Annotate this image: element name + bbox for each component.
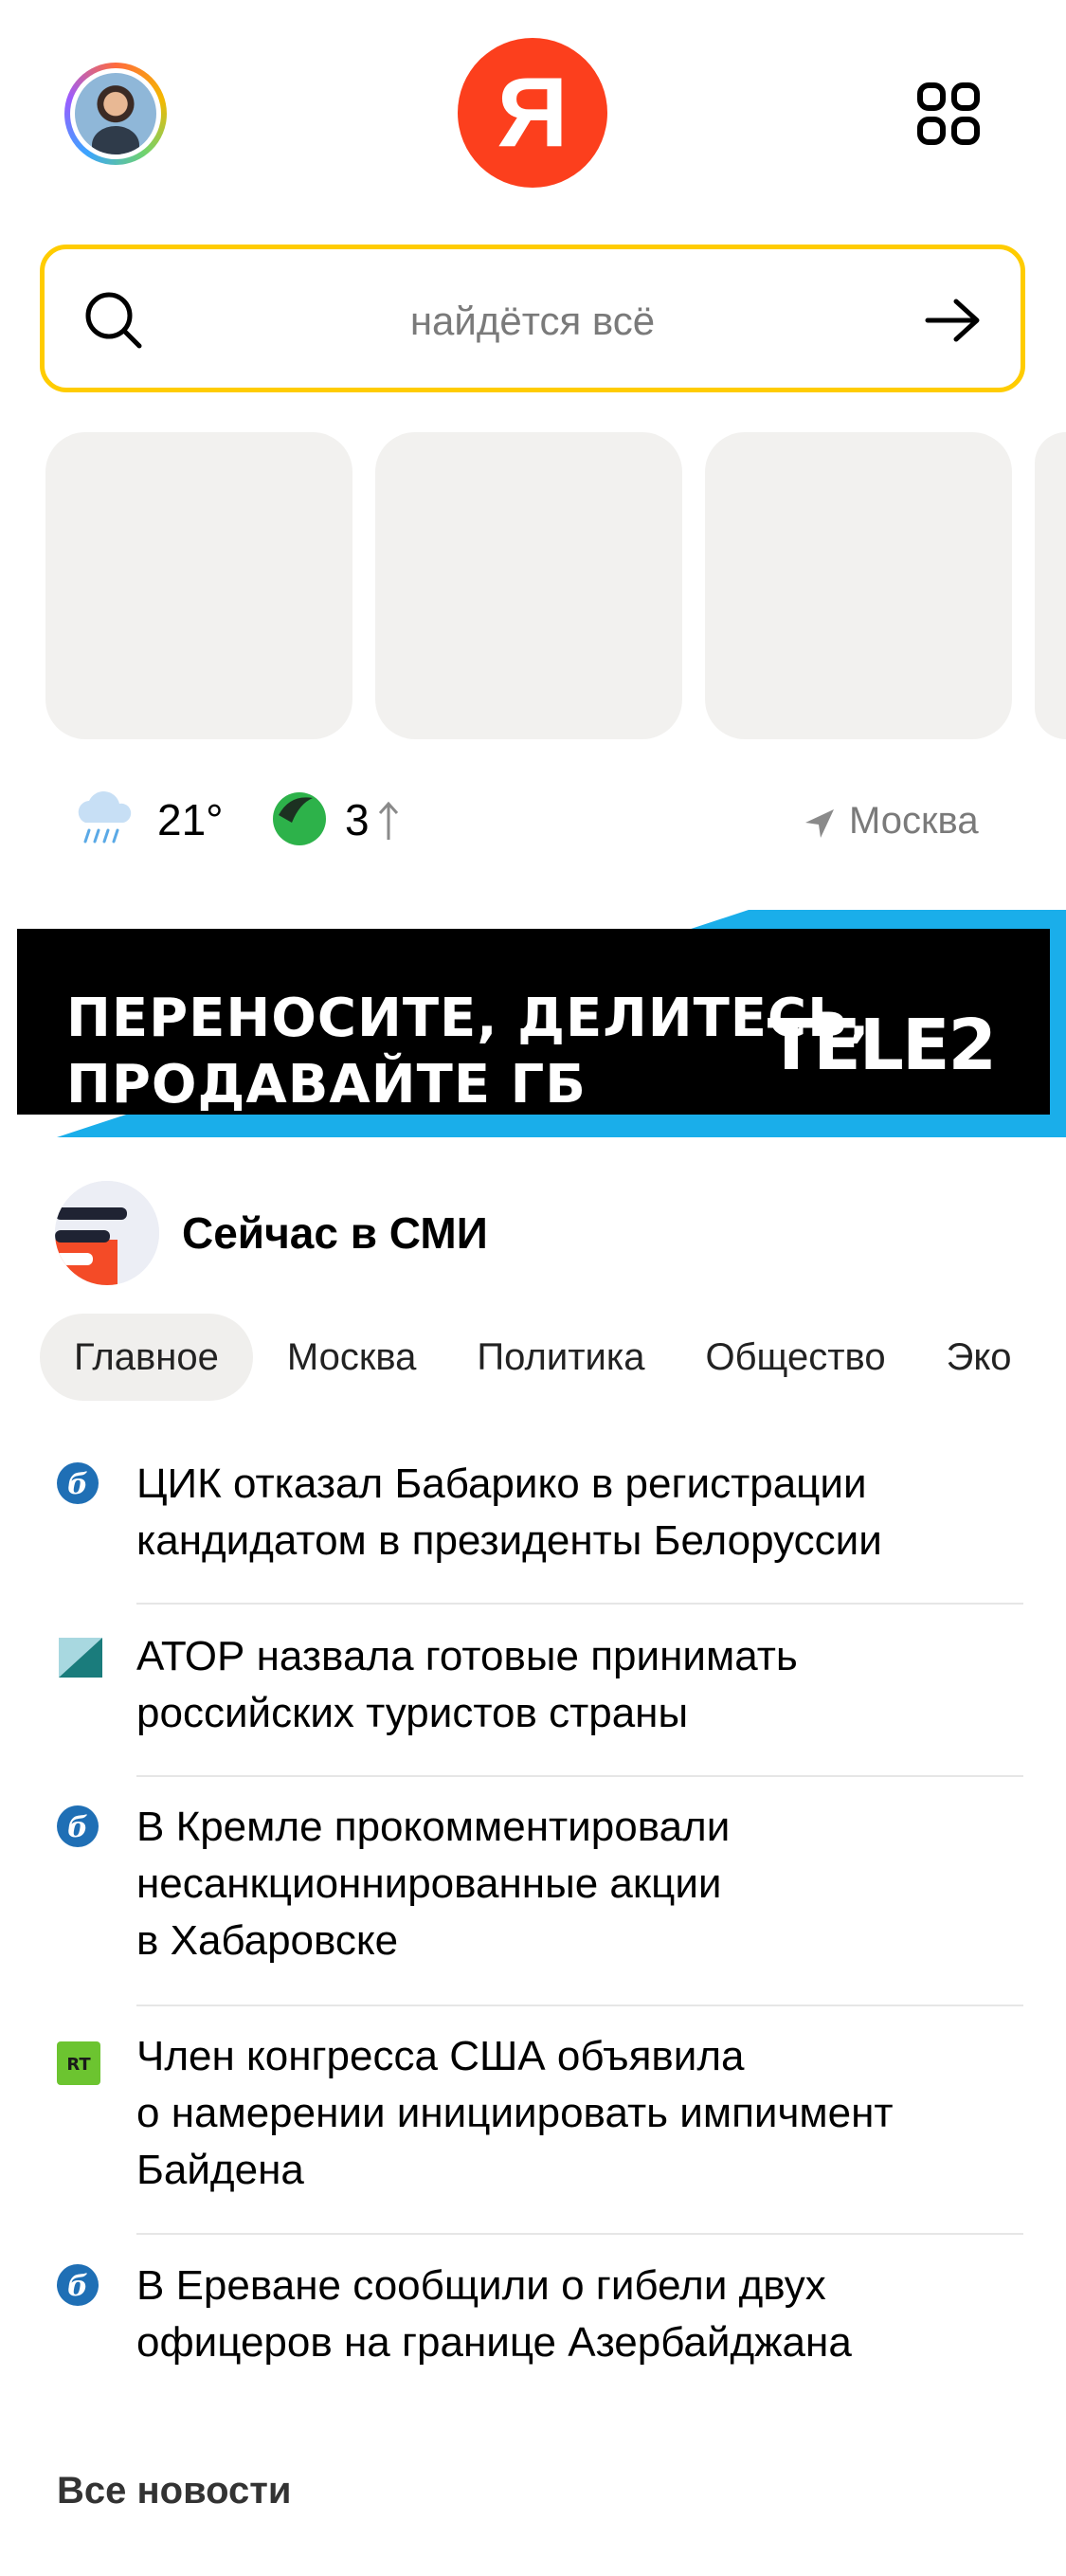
news-divider	[136, 2233, 1023, 2235]
service-card[interactable]	[705, 432, 1012, 739]
headline-line: в Хабаровске	[136, 1917, 399, 1964]
traffic-score[interactable]: 3	[345, 794, 370, 845]
location-arrow-icon	[805, 809, 834, 838]
section-title[interactable]: Сейчас в СМИ	[182, 1207, 488, 1259]
avatar-photo	[75, 73, 156, 154]
banner-black-panel: ПЕРЕНОСИТЕ, ДЕЛИТЕСЬ, ПРОДАВАЙТЕ ГБ TELE…	[17, 929, 1050, 1118]
search-icon[interactable]	[82, 289, 143, 350]
news-headline[interactable]: ЦИК отказал Бабарико в регистрации канди…	[136, 1456, 1027, 1569]
headline-line: о намерении инициировать импичмент	[136, 2090, 894, 2136]
news-divider	[136, 1603, 1023, 1605]
tele2-ad-banner[interactable]: ПЕРЕНОСИТЕ, ДЕЛИТЕСЬ, ПРОДАВАЙТЕ ГБ TELE…	[0, 910, 1066, 1137]
traffic-icon[interactable]	[271, 790, 328, 847]
search-input[interactable]	[187, 287, 878, 355]
news-headline[interactable]: В Ереване сообщили о гибели двух офицеро…	[136, 2258, 1027, 2371]
news-divider	[136, 1775, 1023, 1777]
tab-moscow[interactable]: Москва	[257, 1314, 447, 1401]
headline-line: ЦИК отказал Бабарико в регистрации	[136, 1460, 867, 1507]
svg-text:б: б	[67, 1468, 88, 1501]
tab-politics[interactable]: Политика	[446, 1314, 675, 1401]
all-news-link[interactable]: Все новости	[57, 2470, 291, 2513]
source-rg-icon: б	[57, 2264, 99, 2306]
tab-society[interactable]: Общество	[676, 1314, 916, 1401]
tab-economy[interactable]: Эко	[916, 1314, 1042, 1401]
headline-line: Член конгресса США объявила	[136, 2033, 745, 2079]
headline-line: российских туристов страны	[136, 1690, 689, 1736]
svg-text:б: б	[67, 1811, 88, 1844]
headline-line: кандидатом в президенты Белоруссии	[136, 1517, 882, 1564]
news-logo-icon	[55, 1181, 159, 1285]
user-avatar[interactable]	[64, 63, 167, 165]
banner-text: ПЕРЕНОСИТЕ, ДЕЛИТЕСЬ, ПРОДАВАЙТЕ ГБ	[66, 986, 870, 1118]
headline-line: несанкционнированные акции	[136, 1860, 722, 1907]
headline-line: офицеров на границе Азербайджана	[136, 2319, 852, 2366]
arrow-up-icon	[378, 801, 399, 840]
news-logo-mark	[55, 1181, 159, 1285]
service-card[interactable]	[45, 432, 352, 739]
yandex-logo[interactable]: Я	[458, 38, 607, 188]
service-card[interactable]	[375, 432, 682, 739]
temperature[interactable]: 21°	[157, 794, 224, 845]
banner-line-1: ПЕРЕНОСИТЕ, ДЕЛИТЕСЬ,	[66, 988, 871, 1049]
source-rt-icon: RT	[57, 2041, 100, 2085]
search-bar[interactable]	[40, 245, 1025, 392]
source-ator-icon	[59, 1638, 102, 1678]
headline-line: Байдена	[136, 2147, 304, 2193]
tab-main[interactable]: Главное	[40, 1314, 253, 1401]
news-headline[interactable]: Член конгресса США объявила о намерении …	[136, 2028, 1027, 2199]
city-label[interactable]: Москва	[849, 800, 979, 843]
news-headline[interactable]: АТОР назвала готовые принимать российски…	[136, 1628, 1027, 1742]
headline-line: В Ереване сообщили о гибели двух	[136, 2262, 826, 2309]
service-card[interactable]	[1035, 432, 1066, 739]
arrow-right-icon[interactable]	[924, 291, 983, 350]
source-rg-icon: б	[57, 1462, 99, 1504]
banner-line-2: ПРОДАВАЙТЕ ГБ	[66, 1054, 587, 1116]
news-headline[interactable]: В Кремле прокомментировали несанкционнир…	[136, 1799, 1027, 1969]
grid-icon[interactable]	[916, 82, 981, 146]
svg-text:RT: RT	[66, 2055, 91, 2075]
news-divider	[136, 2005, 1023, 2006]
svg-text:б: б	[67, 2270, 88, 2303]
headline-line: В Кремле прокомментировали	[136, 1804, 731, 1850]
source-rg-icon: б	[57, 1805, 99, 1847]
headline-line: АТОР назвала готовые принимать	[136, 1633, 798, 1679]
news-tabs: Главное Москва Политика Общество Эко	[40, 1314, 1042, 1401]
rain-cloud-icon[interactable]	[70, 783, 138, 851]
tele2-logo: TELE2	[767, 1005, 997, 1086]
